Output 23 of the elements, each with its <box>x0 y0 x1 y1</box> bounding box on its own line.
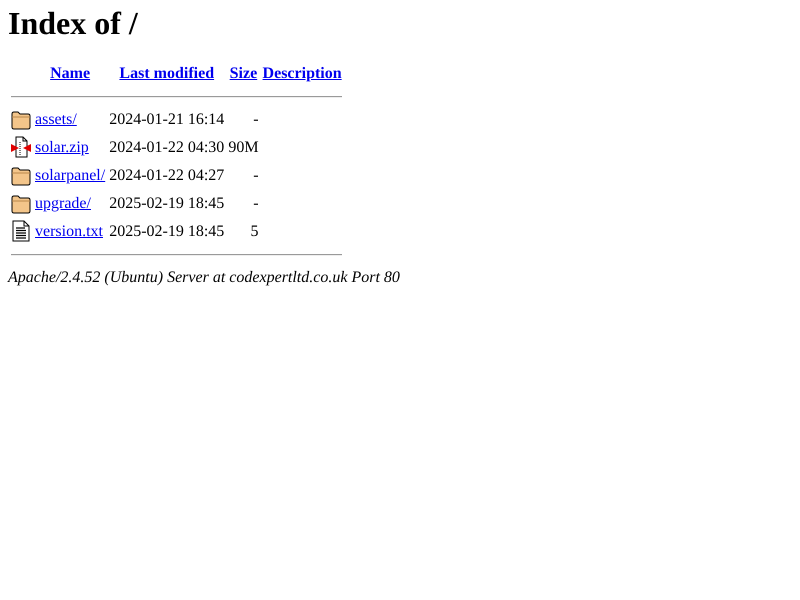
file-size: 90M <box>227 138 260 158</box>
modified-date: 2025-02-19 18:45 <box>108 222 226 242</box>
column-header-link[interactable]: Last modified <box>119 65 214 82</box>
file-link[interactable]: version.txt <box>35 223 103 240</box>
folder-link[interactable]: upgrade/ <box>35 195 91 212</box>
page-title: Index of / <box>8 5 139 42</box>
file-size: - <box>252 194 260 214</box>
file-size: 5 <box>250 222 260 242</box>
column-header-link[interactable]: Name <box>50 65 90 82</box>
modified-date: 2024-01-22 04:27 <box>108 166 226 186</box>
server-signature: Apache/2.4.52 (Ubuntu) Server at codexpertltd.co.uk Port 80 <box>8 269 401 287</box>
modified-date: 2025-02-19 18:45 <box>108 194 226 214</box>
file-link[interactable]: solar.zip <box>35 139 89 156</box>
column-header-link[interactable]: Description <box>262 65 342 82</box>
modified-date: 2024-01-21 16:14 <box>108 110 226 130</box>
column-header-link[interactable]: Size <box>230 65 258 82</box>
modified-date: 2024-01-22 04:30 <box>108 138 226 158</box>
file-size: - <box>252 166 260 186</box>
file-size: - <box>252 110 260 130</box>
text-file-icon <box>11 220 31 242</box>
compressed-file-icon <box>11 136 31 158</box>
folder-link[interactable]: assets/ <box>35 111 77 128</box>
folder-link[interactable]: solarpanel/ <box>35 167 106 184</box>
